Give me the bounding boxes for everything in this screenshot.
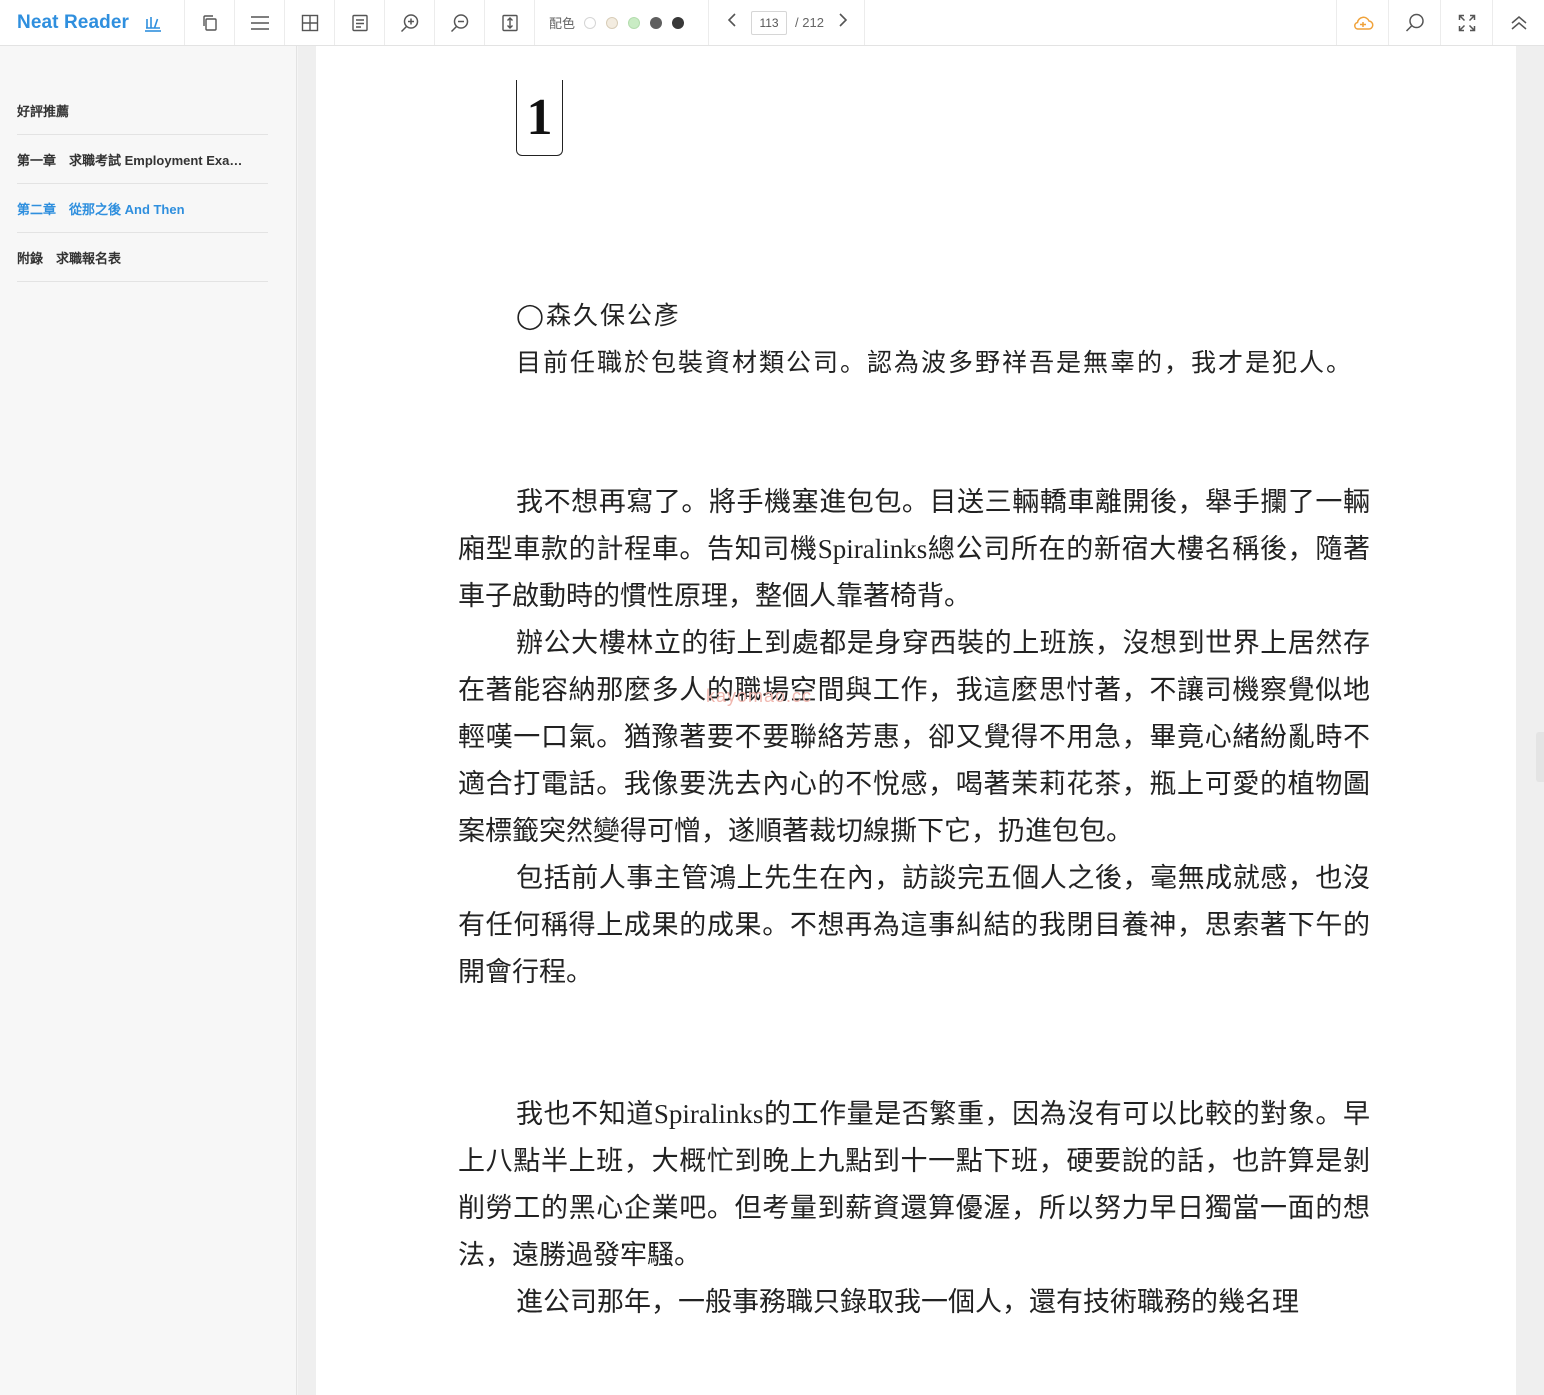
fit-height-button[interactable] — [485, 0, 535, 45]
page-scroll-handle[interactable] — [1536, 732, 1544, 782]
watermark: kayomao.cc — [706, 686, 813, 706]
section-body-a: 我不想再寫了。將手機塞進包包。目送三輛轎車離開後，舉手攔了一輛廂型車款的計程車。… — [458, 479, 1370, 996]
page-number-input[interactable] — [751, 10, 788, 35]
toc-item-label: 附錄 求職報名表 — [17, 250, 122, 266]
toc-item-appendix[interactable]: 附錄 求職報名表 — [17, 233, 268, 282]
page-total: / 212 — [795, 15, 824, 30]
toc-item-label: 第二章 從那之後 And Then — [17, 201, 185, 217]
theme-swatch-cream[interactable] — [606, 16, 619, 29]
zoom-in-icon — [400, 13, 418, 32]
theme-swatch-white[interactable] — [584, 16, 597, 29]
book-page: 1 ◯森久保公彥 目前任職於包裝資材類公司。認為波多野祥吾是無辜的，我才是犯人。… — [316, 46, 1516, 1395]
search-button[interactable] — [1388, 0, 1440, 45]
theme-swatch-gray[interactable] — [650, 16, 663, 29]
zoom-out-button[interactable] — [435, 0, 485, 45]
intro-paragraph: 目前任職於包裝資材類公司。認為波多野祥吾是無辜的，我才是犯人。 — [516, 348, 1354, 377]
fullscreen-icon — [1458, 14, 1475, 31]
app-title[interactable]: Neat Reader — [17, 12, 129, 34]
section-body-b: 我也不知道Spiralinks的工作量是否繁重，因為沒有可以比較的對象。早上八點… — [458, 1091, 1370, 1326]
body-paragraph: 包括前人事主管鴻上先生在內，訪談完五個人之後，毫無成就感，也沒有任何稱得上成果的… — [458, 863, 1370, 987]
grid-button[interactable] — [285, 0, 335, 45]
cloud-sync-icon — [1353, 16, 1373, 30]
body-paragraph: 我也不知道Spiralinks的工作量是否繁重，因為沒有可以比較的對象。早上八點… — [458, 1099, 1370, 1270]
fit-height-icon — [501, 14, 518, 31]
collapse-icon — [1511, 15, 1526, 30]
color-theme-group: 配色 — [535, 0, 710, 45]
toc-sidebar: 好評推薦 第一章 求職考試 Employment Exa… 第二章 從那之後 A… — [0, 46, 297, 1395]
author-line: ◯森久保公彥 — [516, 301, 681, 330]
prev-page-icon[interactable] — [727, 12, 737, 33]
copy-icon — [202, 14, 217, 31]
zoom-out-icon — [450, 13, 468, 32]
menu-icon — [250, 15, 269, 30]
bookshelf-icon[interactable] — [143, 13, 163, 33]
notes-icon — [351, 14, 368, 31]
toc-item-label: 好評推薦 — [17, 103, 70, 119]
chapter-number: 1 — [516, 80, 563, 156]
next-page-icon[interactable] — [838, 12, 848, 33]
copy-button[interactable] — [185, 0, 235, 45]
toc-item-label: 第一章 求職考試 Employment Exa… — [17, 152, 243, 168]
theme-label: 配色 — [549, 16, 576, 31]
grid-icon — [301, 14, 318, 31]
toc-item-recommendations[interactable]: 好評推薦 — [17, 86, 268, 135]
body-paragraph: 我不想再寫了。將手機塞進包包。目送三輛轎車離開後，舉手攔了一輛廂型車款的計程車。… — [458, 487, 1370, 611]
toc-button[interactable] — [235, 0, 285, 45]
theme-swatch-dark[interactable] — [672, 16, 685, 29]
toc-item-chapter-2[interactable]: 第二章 從那之後 And Then — [17, 184, 268, 233]
theme-swatch-green[interactable] — [628, 16, 641, 29]
section-intro: ◯森久保公彥 目前任職於包裝資材類公司。認為波多野祥吾是無辜的，我才是犯人。 — [458, 292, 1370, 386]
page-navigator: / 212 — [709, 0, 865, 45]
collapse-toolbar-button[interactable] — [1492, 0, 1544, 45]
search-icon — [1405, 13, 1424, 32]
notes-button[interactable] — [335, 0, 385, 45]
zoom-in-button[interactable] — [385, 0, 435, 45]
body-paragraph: 進公司那年，一般事務職只錄取我一個人，還有技術職務的幾名理 — [516, 1287, 1299, 1317]
cloud-sync-button[interactable] — [1336, 0, 1388, 45]
fullscreen-button[interactable] — [1440, 0, 1492, 45]
brand: Neat Reader — [0, 0, 185, 45]
top-toolbar: Neat Reader 配色 / 212 — [0, 0, 1544, 46]
toc-item-chapter-1[interactable]: 第一章 求職考試 Employment Exa… — [17, 135, 268, 184]
body-paragraph: 辦公大樓林立的街上到處都是身穿西裝的上班族，沒想到世界上居然存在著能容納那麼多人… — [458, 628, 1370, 846]
